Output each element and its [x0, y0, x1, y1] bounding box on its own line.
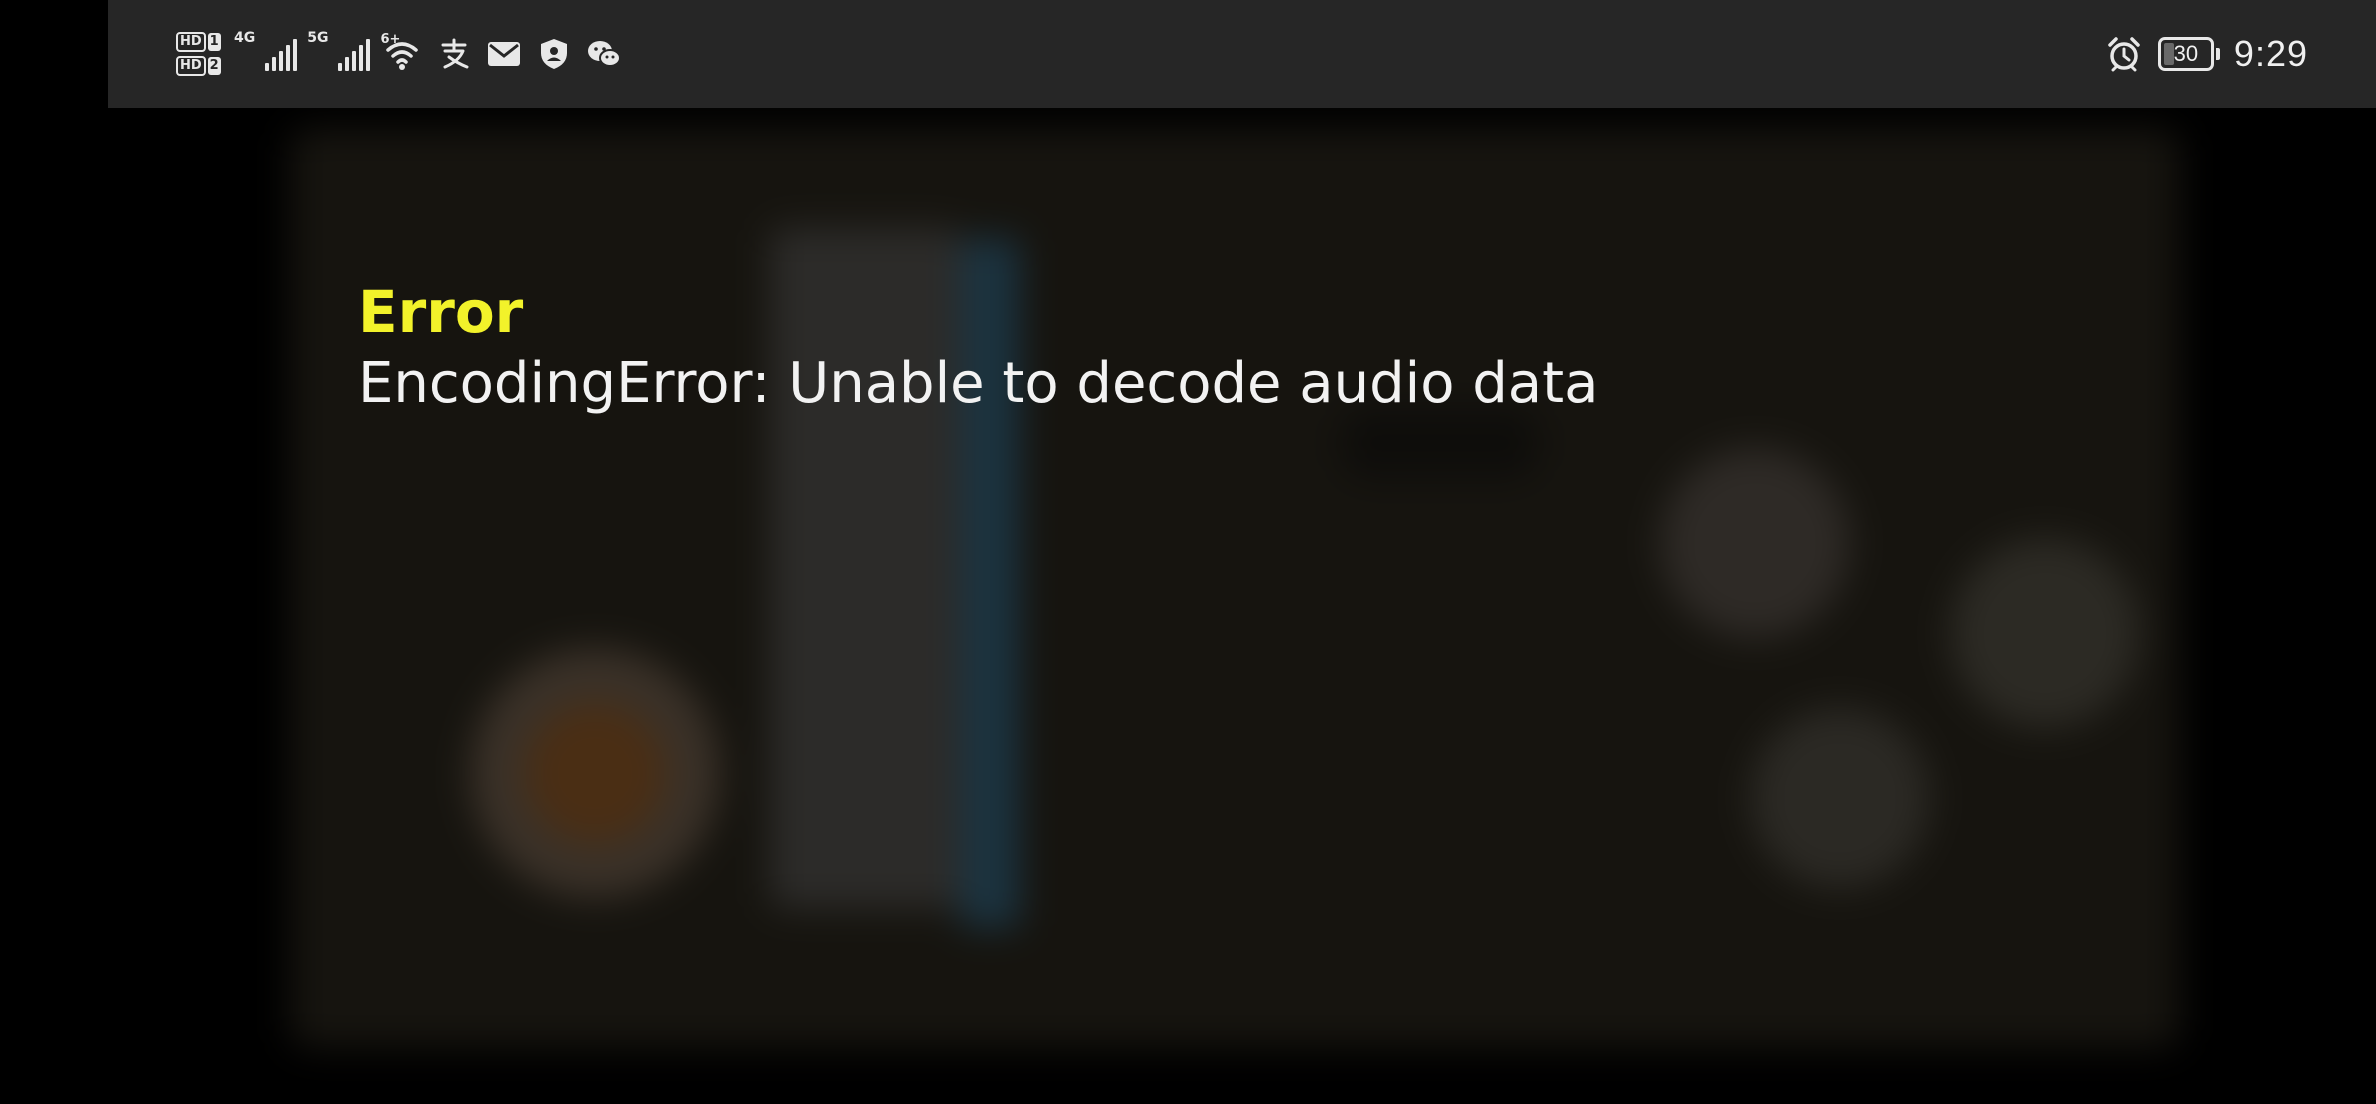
status-icons-left: HD 1 HD 2 4G 5G 6+ — [176, 24, 624, 84]
hd-badge: HD — [176, 32, 206, 52]
signal-4g-icon — [265, 37, 298, 71]
mail-icon — [484, 34, 524, 74]
status-clock: 9:29 — [2233, 33, 2308, 74]
error-title: Error — [358, 278, 524, 346]
wechat-icon — [584, 34, 624, 74]
video-frame — [290, 128, 2180, 1048]
blurred-circle — [1750, 708, 1930, 888]
sim-number: 1 — [207, 33, 221, 51]
battery-level: 30 — [2173, 41, 2199, 66]
wifi-6-icon: 6+ — [380, 32, 424, 74]
screen: HD 1 HD 2 4G 5G 6+ 30 9:29 Error Encodin… — [0, 0, 2376, 1104]
blurred-video-background — [270, 108, 2200, 1088]
alarm-icon — [2104, 34, 2144, 74]
shield-icon — [534, 34, 574, 74]
network-type-label: 5G — [307, 30, 329, 46]
blurred-circle — [1950, 538, 2140, 728]
blurred-circle — [470, 648, 720, 898]
alipay-icon — [434, 34, 474, 74]
error-overlay: Error EncodingError: Unable to decode au… — [358, 276, 1598, 420]
status-bar: HD 1 HD 2 4G 5G 6+ 30 9:29 — [108, 0, 2376, 108]
battery-icon: 30 — [2157, 37, 2220, 71]
status-icons-right: 30 9:29 — [2104, 24, 2308, 84]
sim-number: 2 — [207, 57, 221, 75]
network-type-label: 4G — [234, 30, 256, 46]
hd-badge: HD — [176, 56, 206, 76]
hd-sim-icon: HD 1 HD 2 — [176, 32, 224, 76]
blurred-circle — [1660, 448, 1850, 638]
signal-5g-icon — [338, 37, 371, 71]
wifi-tag: 6+ — [380, 32, 401, 47]
error-message: EncodingError: Unable to decode audio da… — [358, 351, 1599, 416]
